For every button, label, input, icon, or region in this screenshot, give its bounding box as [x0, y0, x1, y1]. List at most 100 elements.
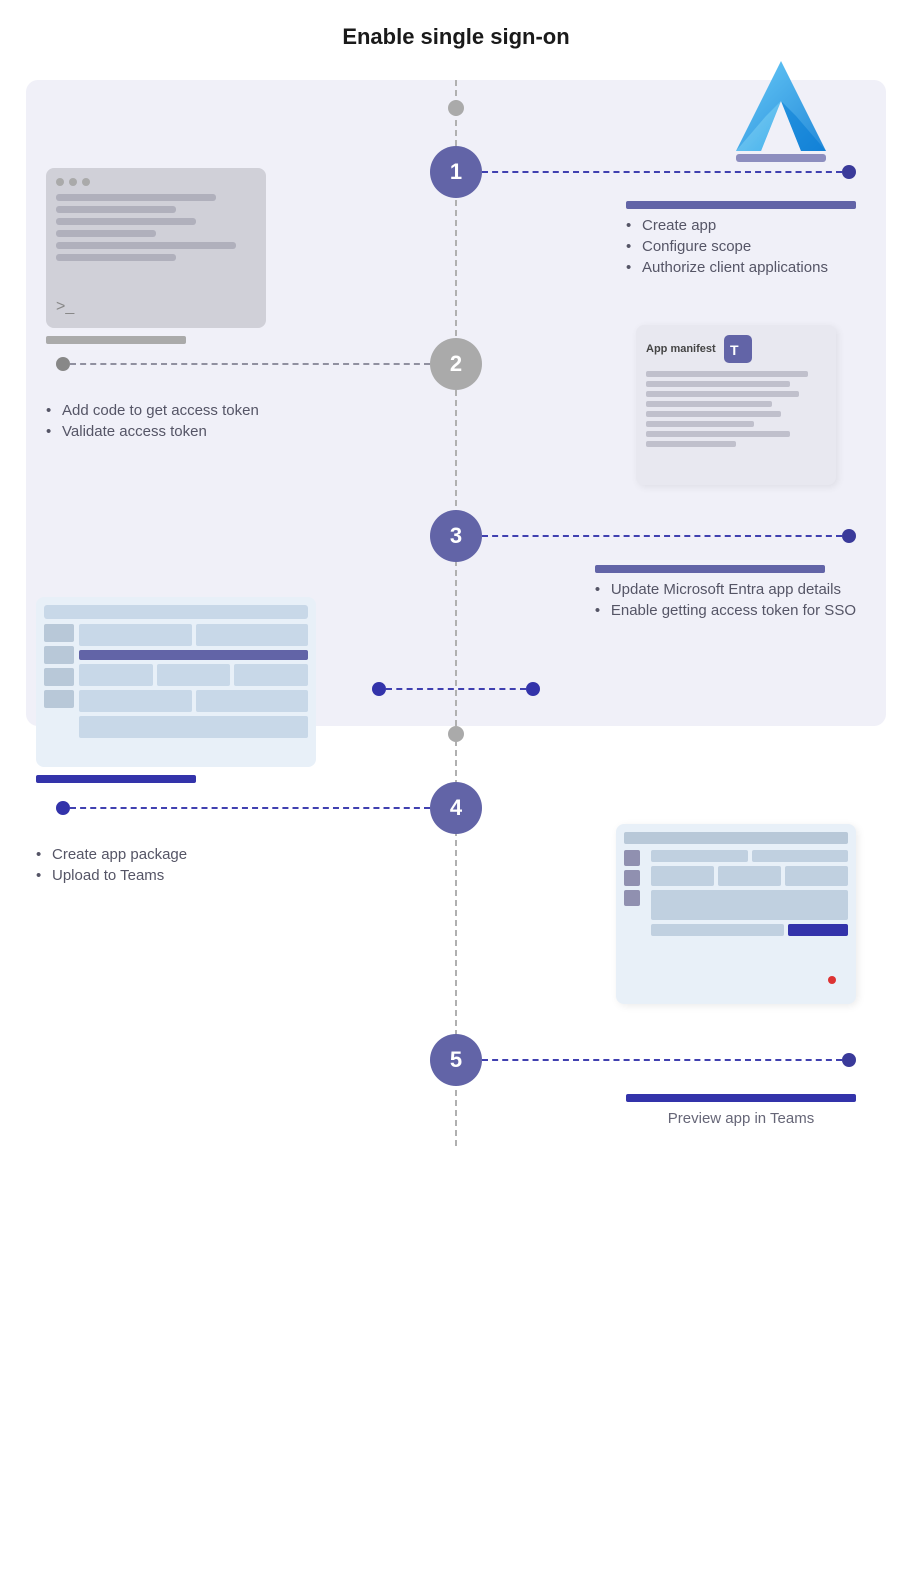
preview-top-bar	[624, 832, 848, 844]
sidebar-icon3	[624, 890, 640, 906]
teams-row5	[79, 716, 308, 738]
mline8	[646, 441, 736, 447]
step1-connector-line	[482, 171, 842, 174]
preview-card2	[752, 850, 849, 862]
teams-app-top-bar	[44, 605, 308, 619]
sidebar-icon1	[624, 850, 640, 866]
preview-card3	[651, 866, 714, 886]
teams-row3	[79, 664, 308, 686]
preview-card4	[718, 866, 781, 886]
step1-content: Create app Configure scope Authorize cli…	[626, 201, 856, 280]
step1-bullet2: Configure scope	[626, 238, 856, 255]
step5-row: 5	[26, 1034, 886, 1086]
teams-row4	[79, 690, 308, 712]
step3-row: 3	[26, 510, 886, 562]
start-dot	[448, 100, 464, 116]
step4-bullets: Create app package Upload to Teams	[36, 846, 187, 884]
code-window-container: >_	[46, 168, 266, 352]
preview-row4	[651, 924, 848, 936]
code-line4	[56, 230, 156, 237]
step1-bullets: Create app Configure scope Authorize cli…	[626, 217, 856, 276]
step1-bullet1: Create app	[626, 217, 856, 234]
step1-connector-dot	[842, 165, 856, 179]
preview-card6	[651, 890, 848, 920]
preview-card-blue	[788, 924, 848, 936]
bottom-right-dot	[526, 682, 540, 696]
mline3	[646, 391, 799, 397]
step1-circle: 1	[430, 146, 482, 198]
code-line2	[56, 206, 176, 213]
svg-text:T: T	[730, 342, 739, 358]
teams-card2	[196, 624, 309, 646]
manifest-window: App manifest T	[636, 325, 836, 485]
step3-content: Update Microsoft Entra app details Enabl…	[595, 565, 856, 623]
preview-body	[624, 850, 848, 940]
step4-bullet1: Create app package	[36, 846, 187, 863]
mline1	[646, 371, 808, 377]
mline7	[646, 431, 790, 437]
teams-card1	[79, 624, 192, 646]
teams-card-blue	[79, 650, 308, 660]
code-line3	[56, 218, 196, 225]
step3-circle: 3	[430, 510, 482, 562]
bottom-h-connector	[386, 688, 526, 691]
mline6	[646, 421, 754, 427]
middle-separator-dot	[448, 726, 464, 742]
page-title: Enable single sign-on	[342, 24, 569, 50]
teams-row2	[79, 650, 308, 660]
teams-card8	[79, 716, 308, 738]
step5-circle: 5	[430, 1034, 482, 1086]
code-line1	[56, 194, 216, 201]
step2-bullets: Add code to get access token Validate ac…	[46, 402, 259, 440]
teams-mini-logo: T	[724, 335, 752, 363]
preview-sidebar	[624, 850, 646, 940]
preview-main	[651, 850, 848, 940]
step2-left-dot	[56, 357, 70, 371]
teams-card4	[157, 664, 231, 686]
step5-content: Preview app in Teams	[626, 1094, 856, 1127]
sidebar-item2	[44, 646, 74, 664]
sidebar-item3	[44, 668, 74, 686]
preview-row1	[651, 850, 848, 862]
step3-bar	[595, 565, 825, 573]
step3-bullet2: Enable getting access token for SSO	[595, 602, 856, 619]
step2-bullet1: Add code to get access token	[46, 402, 259, 419]
teams-row1	[79, 624, 308, 646]
step4-left-dot	[56, 801, 70, 815]
step5-connector-line	[482, 1059, 842, 1062]
preview-mockup	[616, 824, 856, 1004]
bottom-left-dot	[372, 682, 386, 696]
step1-bullet3: Authorize client applications	[626, 259, 856, 276]
teams-app-main	[79, 624, 308, 738]
step4-circle: 4	[430, 782, 482, 834]
step5-bar	[626, 1094, 856, 1102]
diagram-container: 1 Create app Configure scope Authorize c…	[26, 80, 886, 1146]
dot2	[69, 178, 77, 186]
step3-bullet1: Update Microsoft Entra app details	[595, 581, 856, 598]
manifest-container: App manifest T	[636, 325, 836, 485]
step2-bullet2: Validate access token	[46, 423, 259, 440]
dot3	[82, 178, 90, 186]
dot1	[56, 178, 64, 186]
mline5	[646, 411, 781, 417]
step4-content: Create app package Upload to Teams	[36, 842, 187, 888]
teams-app-container	[36, 597, 316, 791]
step3-connector-line	[482, 535, 842, 538]
teams-app-sidebar	[44, 624, 74, 738]
code-line5	[56, 242, 236, 249]
step4-connector-line	[70, 807, 430, 810]
teams-card6	[79, 690, 192, 712]
step5-connector-dot	[842, 1053, 856, 1067]
step5-caption: Preview app in Teams	[626, 1110, 856, 1127]
step2-content: Add code to get access token Validate ac…	[46, 398, 259, 444]
step2-connector-line	[70, 363, 430, 366]
teams-app-content	[44, 624, 308, 738]
step2-circle: 2	[430, 338, 482, 390]
preview-card1	[651, 850, 748, 862]
step1-bar	[626, 201, 856, 209]
teams-card7	[196, 690, 309, 712]
preview-card7	[651, 924, 784, 936]
preview-mockup-container	[616, 824, 856, 1004]
preview-card5	[785, 866, 848, 886]
code-window-bar	[56, 178, 256, 186]
